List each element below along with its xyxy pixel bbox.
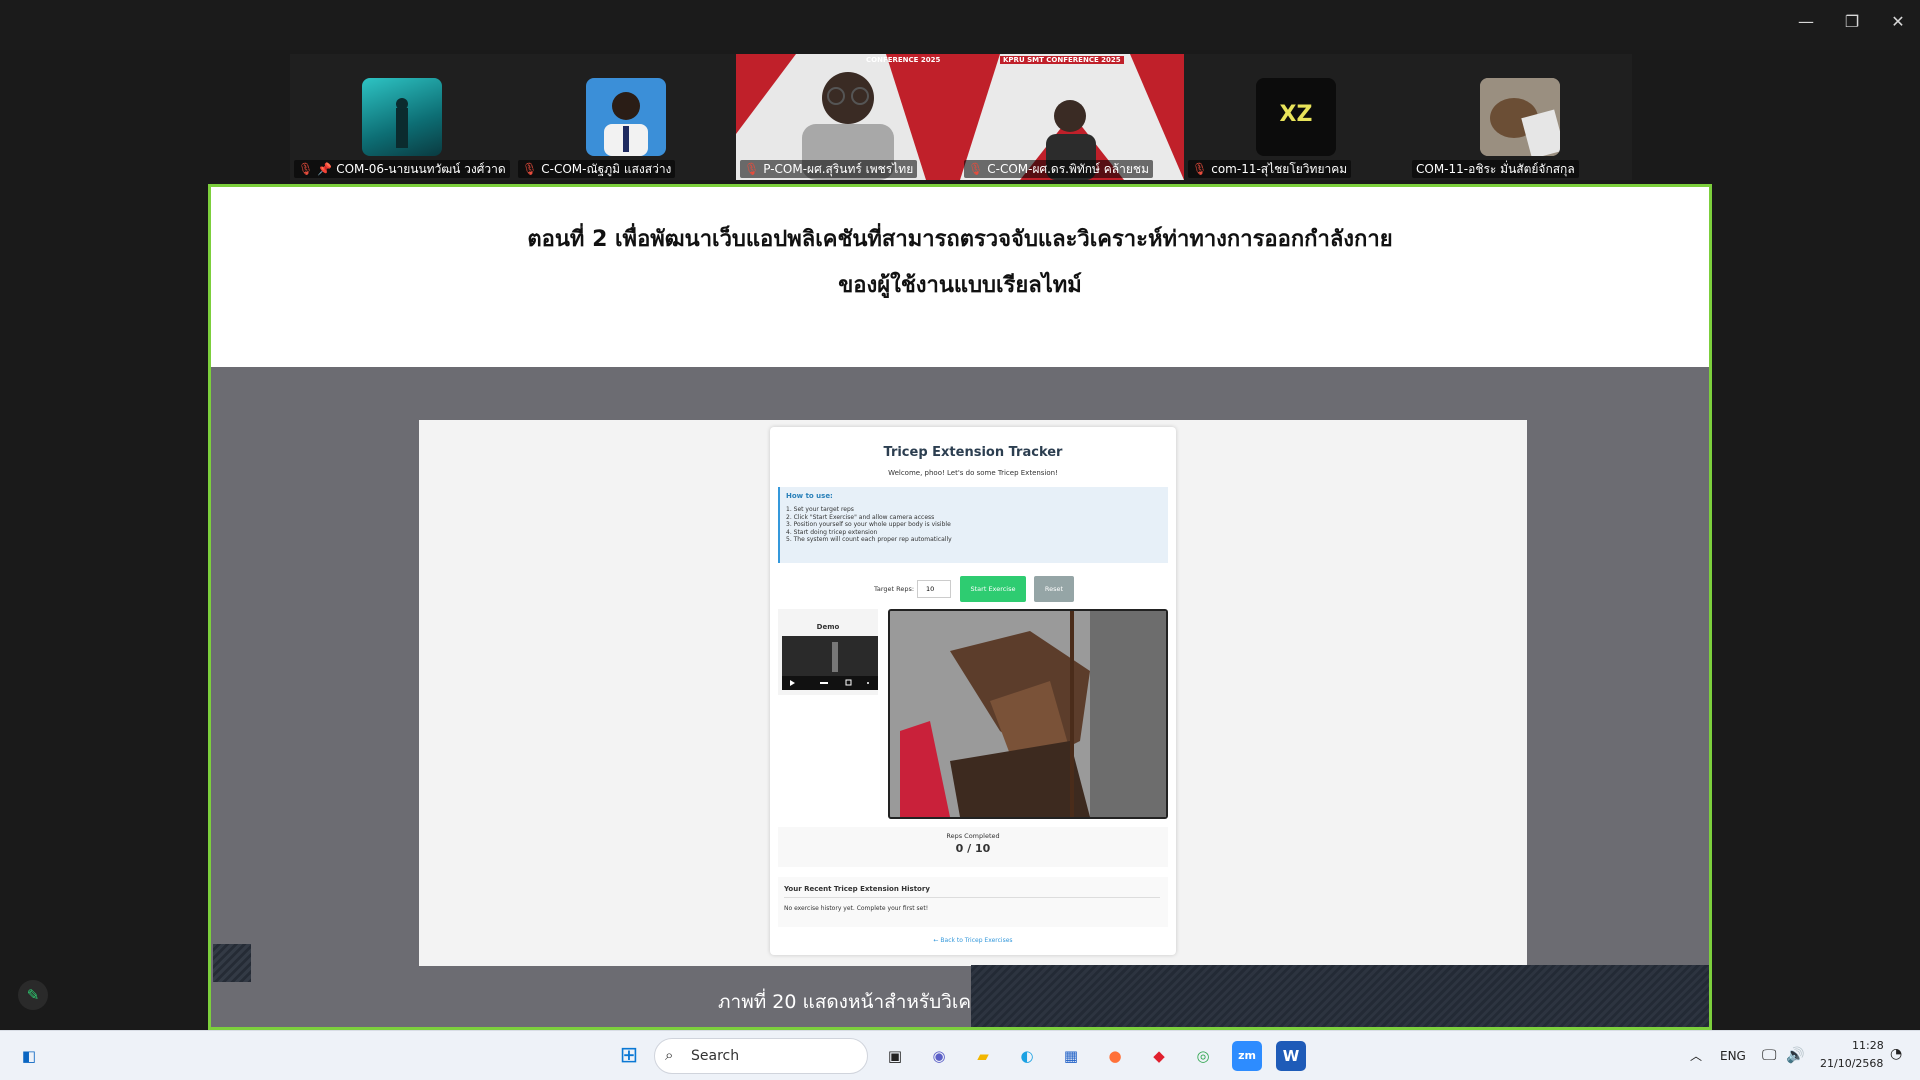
xz-logo: XZ (1279, 102, 1313, 127)
notifications-icon[interactable]: ◔ (1890, 1046, 1902, 1062)
annotation-box (213, 944, 251, 982)
participant-name: 🎙 P-COM-ผศ.สุรินทร์ เพชรไทย (740, 160, 918, 178)
list-item: 3. Position yourself so your whole upper… (786, 521, 951, 528)
camera-person-icon (890, 611, 1166, 817)
chevron-up-icon[interactable]: ︿ (1690, 1047, 1702, 1064)
participant-name: 🎙 com-11-สุไชยโยวิทยาคม (1188, 160, 1352, 178)
close-button[interactable]: ✕ (1876, 8, 1920, 36)
exercise-controls: Target Reps: 10 Start Exercise Reset (770, 575, 1176, 603)
app-title: Tricep Extension Tracker (883, 445, 1063, 460)
divider (784, 897, 1160, 898)
clock-time[interactable]: 11:28 (1852, 1039, 1884, 1052)
widgets-icon[interactable]: ◧ (14, 1041, 44, 1071)
tracker-card: Tricep Extension Tracker Welcome, phoo! … (770, 427, 1176, 955)
target-reps-input[interactable]: 10 (917, 580, 951, 598)
slide-title-line1: ตอนที่ 2 เพื่อพัฒนาเว็บแอปพลิเคชันที่สาม… (527, 227, 1393, 252)
start-exercise-button[interactable]: Start Exercise (960, 576, 1026, 602)
demo-label: Demo (816, 623, 840, 631)
how-to-steps: 1. Set your target reps 2. Click "Start … (786, 506, 1162, 544)
avatar (1480, 78, 1560, 156)
participant-name: 🎙 📌 COM-06-นายนนทวัฒน์ วงศ์วาด (294, 160, 510, 178)
clock-date[interactable]: 21/10/2568 (1820, 1057, 1883, 1070)
network-icon[interactable]: 🖵 (1762, 1046, 1776, 1064)
history-empty-text: No exercise history yet. Complete your f… (784, 905, 929, 912)
pdf-reader-icon[interactable]: ◆ (1144, 1041, 1174, 1071)
chrome-icon[interactable]: ◎ (1188, 1041, 1218, 1071)
teams-chat-icon[interactable]: ◉ (924, 1041, 954, 1071)
demo-video[interactable] (782, 636, 878, 690)
conference-banner: KPRU SMT CONFERENCE 2025 (1000, 56, 1124, 64)
target-reps-label: Target Reps: (874, 585, 915, 593)
list-item: 4. Start doing tricep extension (786, 528, 878, 536)
demo-panel: Demo (778, 609, 878, 695)
figure-caption: ภาพที่ 20 แสดงหน้าสำหรับวิเคราะ (718, 991, 1003, 1013)
welcome-text: Welcome, phoo! Let's do some Tricep Exte… (888, 469, 1058, 477)
person-silhouette-icon (396, 98, 408, 148)
annotate-pencil-icon[interactable]: ✎ (18, 980, 48, 1010)
capybara-photo-icon (1480, 78, 1560, 156)
volume-icon[interactable]: 🔊 (1786, 1046, 1805, 1064)
participant-tile[interactable]: COM-11-อชิระ มั่นสัตย์จักสกุล (1408, 54, 1632, 180)
back-link[interactable]: ← Back to Tricep Exercises (770, 937, 1176, 944)
avatar (586, 78, 666, 156)
mic-muted-icon: 🎙 (522, 162, 538, 176)
zoom-app-icon[interactable]: zm (1232, 1041, 1262, 1071)
language-indicator[interactable]: ENG (1720, 1049, 1746, 1063)
person-photo-icon (604, 92, 648, 156)
reps-panel: Reps Completed 0 / 10 (778, 827, 1168, 867)
participant-name: 🎙 C-COM-ผศ.ดร.พิทักษ์ คล้ายชม (964, 160, 1153, 178)
video-player-icon (782, 636, 878, 690)
task-view-icon[interactable]: ▣ (880, 1041, 910, 1071)
reps-counter: 0 / 10 (955, 842, 991, 855)
pin-icon: 📌 (317, 162, 333, 176)
mic-muted-icon: 🎙 (744, 162, 760, 176)
history-title: Your Recent Tricep Extension History (784, 885, 930, 893)
how-to-title: How to use: (786, 492, 833, 500)
restore-button[interactable]: ❐ (1830, 8, 1874, 36)
avatar: XZ (1256, 78, 1336, 156)
reset-button[interactable]: Reset (1034, 576, 1074, 602)
list-item: 2. Click "Start Exercise" and allow came… (786, 513, 935, 521)
windows-taskbar: ◧ ⊞ ⌕ Search ▣ ◉ ▰ ◐ ▦ ● ◆ ◎ zm W ︿ ENG … (0, 1030, 1920, 1080)
zoom-window: — ❐ ✕ 🎙 📌 COM-06-นายนนทวัฒน์ วงศ์วาด 🎙 C-CO… (0, 0, 1920, 1030)
avatar (362, 78, 442, 156)
search-icon: ⌕ (665, 1046, 674, 1064)
mic-muted-icon: 🎙 (1192, 162, 1208, 176)
participant-gallery: 🎙 📌 COM-06-นายนนทวัฒน์ วงศ์วาด 🎙 C-COM-ณัฐภ… (290, 54, 1632, 180)
slide-title-line2: ของผู้ใช้งานแบบเรียลไทม์ (838, 273, 1082, 298)
participant-tile[interactable]: 🎙 📌 COM-06-นายนนทวัฒน์ วงศ์วาด (290, 54, 514, 180)
taskbar-search[interactable]: ⌕ Search (654, 1038, 868, 1074)
participant-video-tile[interactable]: CONFERENCE 2025 🎙 P-COM-ผศ.สุรินทร์ เพชรไ… (736, 54, 960, 180)
store-icon[interactable]: ▦ (1056, 1041, 1086, 1071)
file-explorer-icon[interactable]: ▰ (968, 1041, 998, 1071)
history-panel: Your Recent Tricep Extension History No … (778, 877, 1168, 927)
word-icon[interactable]: W (1276, 1041, 1306, 1071)
participant-tile[interactable]: XZ 🎙 com-11-สุไชยโยวิทยาคม (1184, 54, 1408, 180)
participant-name: 🎙 C-COM-ณัฐภูมิ แสงสว่าง (518, 160, 676, 178)
windows-start-icon[interactable]: ⊞ (614, 1041, 644, 1071)
how-to-box: How to use: 1. Set your target reps 2. C… (778, 487, 1168, 563)
caption-overlay (971, 965, 1709, 1027)
reps-label: Reps Completed (946, 832, 1000, 840)
camera-feed (888, 609, 1168, 819)
conference-banner: CONFERENCE 2025 (866, 56, 941, 64)
mic-muted-icon: 🎙 (298, 162, 314, 176)
participant-name: COM-11-อชิระ มั่นสัตย์จักสกุล (1412, 160, 1579, 178)
list-item: 5. The system will count each proper rep… (786, 536, 952, 543)
title-bar: — ❐ ✕ (0, 0, 1920, 50)
participant-video-tile[interactable]: KPRU SMT CONFERENCE 2025 🎙 C-COM-ผศ.ดร.พิ… (960, 54, 1184, 180)
screen-share-area: ตอนที่ 2 เพื่อพัฒนาเว็บแอปพลิเคชันที่สาม… (208, 184, 1712, 1030)
mic-muted-icon: 🎙 (968, 162, 984, 176)
app-screenshot: Tricep Extension Tracker Welcome, phoo! … (419, 420, 1527, 966)
slide-header: ตอนที่ 2 เพื่อพัฒนาเว็บแอปพลิเคชันที่สาม… (211, 187, 1709, 367)
search-label: Search (691, 1048, 740, 1064)
participant-tile[interactable]: 🎙 C-COM-ณัฐภูมิ แสงสว่าง (514, 54, 738, 180)
firefox-icon[interactable]: ● (1100, 1041, 1130, 1071)
edge-icon[interactable]: ◐ (1012, 1041, 1042, 1071)
minimize-button[interactable]: — (1784, 8, 1828, 36)
list-item: 1. Set your target reps (786, 506, 854, 513)
